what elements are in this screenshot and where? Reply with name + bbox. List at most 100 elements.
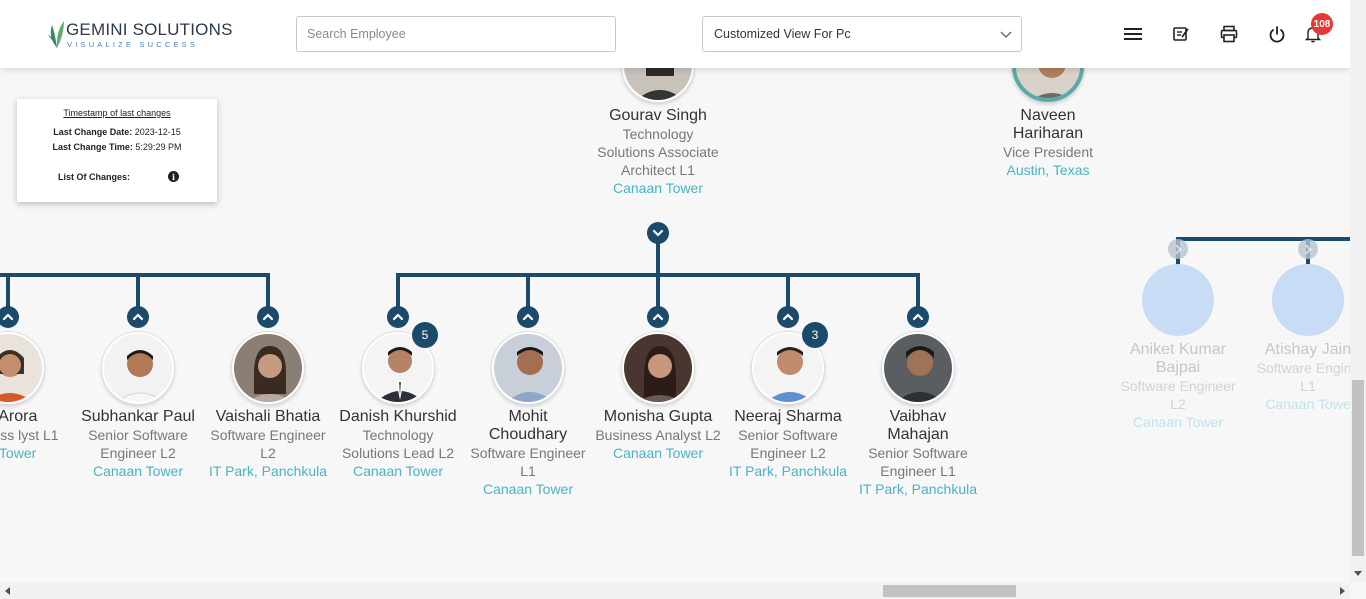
last-change-time-value: 5:29:29 PM — [135, 142, 182, 152]
last-change-time: Last Change Time: 5:29:29 PM — [17, 142, 217, 152]
search-employee-input[interactable] — [296, 16, 616, 52]
expand-toggle[interactable] — [517, 306, 539, 328]
expand-toggle[interactable] — [777, 306, 799, 328]
expand-toggle[interactable] — [907, 306, 929, 328]
employee-location: Canaan Tower — [612, 445, 704, 461]
top-header: GEMINI SOLUTIONS VISUALIZE SUCCESS Custo… — [0, 0, 1350, 68]
edit-notes-icon[interactable] — [1171, 24, 1191, 44]
employee-location: IT Park, Panchkula — [208, 463, 328, 479]
expand-toggle[interactable] — [127, 306, 149, 328]
scroll-right-arrow-icon[interactable] — [1336, 583, 1348, 599]
avatar-employee[interactable] — [232, 332, 304, 404]
node-danish-khurshid: Danish Khurshid Technology Solutions Lea… — [333, 408, 463, 480]
chevron-up-icon — [132, 313, 144, 321]
horizontal-scrollbar[interactable] — [0, 583, 1350, 599]
chevron-up-icon — [522, 313, 534, 321]
chevron-up-icon — [392, 313, 404, 321]
employee-role: Software Engineer L2 — [1120, 378, 1236, 412]
employee-name: Atishay Jain — [1264, 341, 1352, 358]
chevron-up-icon — [262, 313, 274, 321]
employee-role: Software Engineer L1 — [470, 445, 586, 479]
scroll-down-arrow-icon[interactable] — [1350, 568, 1366, 580]
node-aniket-kumar-bajpai: Aniket Kumar Bajpai Software Engineer L2… — [1113, 341, 1243, 431]
expand-toggle[interactable] — [647, 306, 669, 328]
employee-location: IT Park, Panchkula — [858, 481, 978, 497]
expand-toggle[interactable] — [387, 306, 409, 328]
avatar-placeholder[interactable] — [1272, 264, 1344, 336]
employee-location: an Tower — [0, 445, 37, 461]
employee-name: Mohit Choudhary — [488, 408, 568, 443]
timestamp-card: Timestamp of last changes Last Change Da… — [17, 99, 217, 202]
employee-name: Aniket Kumar Bajpai — [1129, 341, 1227, 376]
employee-role: Technology Solutions Associate Architect… — [597, 126, 719, 178]
node-vaibhav-mahajan: Vaibhav Mahajan Senior Software Engineer… — [853, 408, 983, 498]
notification-count-badge[interactable]: 108 — [1311, 13, 1333, 35]
avatar-employee[interactable] — [622, 332, 694, 404]
reports-count-badge: 5 — [412, 322, 438, 348]
horizontal-scroll-thumb[interactable] — [883, 585, 1016, 597]
print-icon[interactable] — [1219, 24, 1239, 44]
employee-location: Canaan Tower — [482, 481, 574, 497]
vertical-scroll-thumb[interactable] — [1352, 380, 1364, 556]
employee-role: Senior Software Engineer L2 — [88, 427, 188, 461]
logo-tagline: VISUALIZE SUCCESS — [67, 40, 199, 49]
gemini-logo[interactable]: GEMINI SOLUTIONS VISUALIZE SUCCESS — [46, 17, 232, 51]
employee-location: Austin, Texas — [1006, 162, 1090, 178]
employee-name: Vaibhav Mahajan — [887, 408, 949, 443]
node-vaishali-bhatia: Vaishali Bhatia Software Engineer L2 IT … — [203, 408, 333, 480]
avatar-employee[interactable] — [882, 332, 954, 404]
node-atishay-jain: Atishay Jain Software Engine L1 Canaan T… — [1243, 341, 1366, 413]
node-neeraj-sharma: Neeraj Sharma Senior Software Engineer L… — [723, 408, 853, 480]
menu-icon[interactable] — [1123, 24, 1143, 44]
expand-toggle[interactable] — [257, 306, 279, 328]
chevron-down-icon — [1000, 31, 1012, 38]
power-icon[interactable] — [1267, 24, 1287, 44]
employee-role: Business lyst L1 — [0, 427, 59, 443]
timestamp-title: Timestamp of last changes — [63, 108, 171, 118]
employee-role: Software Engineer L2 — [210, 427, 326, 461]
node-monisha-gupta: Monisha Gupta Business Analyst L2 Canaan… — [593, 408, 723, 462]
list-of-changes-label: List Of Changes: — [58, 172, 131, 182]
expand-toggle[interactable] — [1298, 239, 1318, 259]
employee-role: Technology Solutions Lead L2 — [341, 427, 455, 461]
employee-name: ali Arora — [0, 408, 38, 425]
employee-name: Naveen Hariharan — [1012, 107, 1084, 142]
employee-location: Canaan Tower — [92, 463, 184, 479]
employee-location: IT Park, Panchkula — [728, 463, 848, 479]
avatar-employee[interactable] — [492, 332, 564, 404]
node-employee: ali Arora Business lyst L1 an Tower — [0, 408, 73, 462]
employee-name: Gourav Singh — [609, 107, 707, 124]
view-select-value: Customized View For Pc — [714, 27, 851, 41]
employee-name: Neeraj Sharma — [734, 408, 842, 425]
scroll-left-arrow-icon[interactable] — [2, 583, 14, 599]
chevron-up-icon — [2, 313, 14, 321]
employee-name: Danish Khurshid — [339, 408, 457, 425]
chevron-up-icon — [652, 313, 664, 321]
last-change-date: Last Change Date: 2023-12-15 — [17, 127, 217, 137]
employee-role: Business Analyst L2 — [595, 427, 721, 443]
avatar-placeholder[interactable] — [1142, 264, 1214, 336]
chevron-down-icon — [652, 229, 664, 237]
employee-role: Senior Software Engineer L1 — [868, 445, 968, 479]
chevron-up-icon — [782, 313, 794, 321]
vertical-scrollbar[interactable] — [1350, 0, 1366, 583]
employee-location: Canaan Tower — [1132, 414, 1224, 430]
logo-leaf-icon — [48, 21, 64, 48]
collapse-toggle-gourav[interactable] — [647, 222, 669, 244]
employee-location: Canaan Tower — [352, 463, 444, 479]
employee-name: Monisha Gupta — [603, 408, 713, 425]
view-select[interactable]: Customized View For Pc — [702, 16, 1022, 52]
employee-name: Subhankar Paul — [81, 408, 195, 425]
employee-role: Senior Software Engineer L2 — [738, 427, 838, 461]
info-icon[interactable]: i — [168, 171, 179, 182]
node-subhankar-paul: Subhankar Paul Senior Software Engineer … — [73, 408, 203, 480]
node-naveen-hariharan: Naveen Hariharan Vice President Austin, … — [983, 107, 1113, 179]
logo-text: GEMINI SOLUTIONS — [66, 20, 233, 39]
avatar-employee[interactable] — [102, 332, 174, 404]
org-chart-page: Gourav Singh Technology Solutions Associ… — [0, 0, 1366, 599]
employee-role: Vice President — [1002, 144, 1093, 160]
expand-toggle[interactable] — [1168, 239, 1188, 259]
last-change-date-value: 2023-12-15 — [134, 127, 181, 137]
last-change-time-label: Last Change Time: — [52, 142, 133, 152]
chevron-right-icon — [1175, 244, 1182, 254]
